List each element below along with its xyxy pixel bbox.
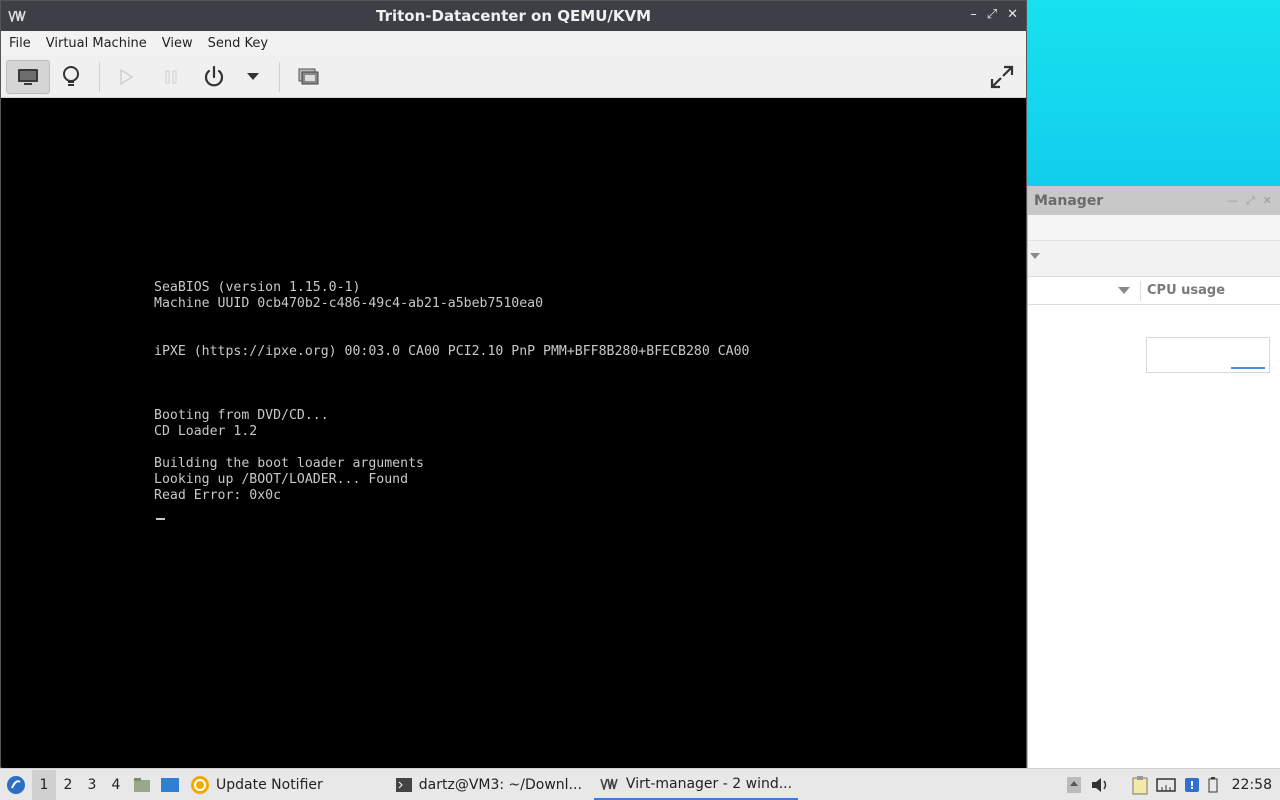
- console-line: Machine UUID 0cb470b2-c486-49c4-ab21-a5b…: [154, 296, 544, 311]
- power-icon: [204, 65, 224, 87]
- notification-icon[interactable]: [1184, 777, 1200, 793]
- vm-titlebar[interactable]: Triton-Datacenter on QEMU/KVM – ⤢ ✕: [1, 1, 1026, 31]
- menu-file[interactable]: File: [9, 36, 31, 51]
- fullscreen-button[interactable]: [984, 60, 1020, 94]
- manager-titlebar[interactable]: Manager — ⤢ ✕: [1028, 186, 1280, 215]
- virt-manager-app-icon: [8, 10, 26, 24]
- vm-console-window[interactable]: Triton-Datacenter on QEMU/KVM – ⤢ ✕ File…: [0, 0, 1027, 768]
- manager-menubar: [1028, 215, 1280, 241]
- menu-virtual-machine[interactable]: Virtual Machine: [46, 36, 147, 51]
- network-icon[interactable]: [1155, 776, 1176, 794]
- task-terminal[interactable]: dartz@VM3: ~/Downl...: [389, 770, 588, 800]
- show-console-button[interactable]: [6, 60, 50, 94]
- close-icon[interactable]: ✕: [1263, 194, 1272, 208]
- vm-console-display[interactable]: SeaBIOS (version 1.15.0-1) Machine UUID …: [2, 98, 1026, 768]
- virt-manager-window[interactable]: Manager — ⤢ ✕ CPU usage: [1027, 186, 1280, 768]
- console-line: Building the boot loader arguments: [154, 456, 424, 471]
- console-line: Booting from DVD/CD...: [154, 408, 329, 423]
- snapshots-button[interactable]: [292, 60, 324, 94]
- pause-icon: [165, 70, 177, 84]
- clock[interactable]: 22:58: [1232, 777, 1272, 793]
- taskbar: 1 2 3 4 Update Notifier dartz@VM3: ~/Dow…: [0, 768, 1280, 800]
- folder-icon: [134, 777, 150, 792]
- toolbar-separator: [99, 62, 100, 92]
- dropdown-arrow-icon[interactable]: [1030, 253, 1040, 259]
- file-manager-launcher[interactable]: [128, 770, 156, 800]
- snapshot-icon: [298, 68, 319, 85]
- task-update-notifier[interactable]: Update Notifier: [184, 770, 329, 800]
- cpu-usage-graph: [1146, 337, 1270, 373]
- terminal-icon: [395, 777, 412, 792]
- show-details-button[interactable]: [56, 60, 86, 94]
- cpu-usage-column-header[interactable]: CPU usage: [1147, 283, 1225, 298]
- shutdown-menu-button[interactable]: [241, 60, 265, 94]
- minimize-icon[interactable]: –: [970, 7, 977, 22]
- console-output: SeaBIOS (version 1.15.0-1) Machine UUID …: [154, 280, 749, 504]
- column-separator: [1140, 280, 1141, 301]
- workspace-1[interactable]: 1: [32, 769, 56, 800]
- play-icon: [120, 68, 134, 86]
- update-notifier-icon: [191, 775, 209, 794]
- task-label: dartz@VM3: ~/Downl...: [418, 776, 582, 793]
- vm-menubar: File Virtual Machine View Send Key: [1, 31, 1026, 56]
- sort-arrow-icon[interactable]: [1118, 287, 1130, 294]
- system-tray: 22:58: [1066, 775, 1280, 795]
- volume-icon[interactable]: [1090, 776, 1110, 794]
- desktop-icon: [161, 777, 179, 792]
- console-line: SeaBIOS (version 1.15.0-1): [154, 280, 361, 295]
- minimize-icon[interactable]: —: [1227, 194, 1238, 208]
- workspace-2[interactable]: 2: [56, 770, 80, 800]
- start-menu-button[interactable]: [0, 770, 32, 800]
- menu-send-key[interactable]: Send Key: [208, 36, 268, 51]
- task-label: Virt-manager - 2 wind...: [625, 775, 793, 792]
- console-line: CD Loader 1.2: [154, 424, 258, 439]
- manager-toolbar: [1028, 241, 1280, 277]
- task-virt-manager[interactable]: Virt-manager - 2 wind...: [593, 770, 799, 800]
- shutdown-button[interactable]: [198, 60, 230, 94]
- maximize-icon[interactable]: ⤢: [987, 7, 997, 22]
- cpu-usage-line: [1231, 367, 1265, 369]
- console-line: Looking up /BOOT/LOADER... Found: [154, 472, 409, 487]
- vm-list-header: CPU usage: [1028, 277, 1280, 305]
- pause-button[interactable]: [156, 60, 186, 94]
- manager-title: Manager: [1034, 192, 1104, 209]
- battery-icon[interactable]: [1208, 776, 1218, 793]
- show-desktop-launcher[interactable]: [156, 770, 184, 800]
- close-icon[interactable]: ✕: [1007, 7, 1018, 22]
- clipboard-icon[interactable]: [1132, 775, 1148, 795]
- menu-view[interactable]: View: [162, 36, 193, 51]
- task-label: Update Notifier: [216, 776, 323, 793]
- fullscreen-icon: [990, 65, 1014, 89]
- console-line: Read Error: 0x0c: [154, 488, 282, 503]
- toolbar-separator: [279, 62, 280, 92]
- workspace-3[interactable]: 3: [80, 770, 104, 800]
- app-menu-icon: [7, 775, 25, 794]
- virt-manager-icon: [600, 778, 618, 790]
- vm-window-title: Triton-Datacenter on QEMU/KVM: [375, 7, 652, 25]
- text-cursor: [156, 518, 165, 520]
- run-button[interactable]: [111, 60, 141, 94]
- vm-toolbar: [1, 56, 1026, 98]
- lightbulb-icon: [63, 66, 79, 86]
- workspace-4[interactable]: 4: [104, 770, 128, 800]
- console-line: iPXE (https://ipxe.org) 00:03.0 CA00 PCI…: [154, 344, 750, 359]
- chevron-down-icon: [247, 73, 259, 80]
- maximize-icon[interactable]: ⤢: [1246, 194, 1255, 208]
- eject-icon[interactable]: [1066, 776, 1082, 794]
- monitor-icon: [18, 69, 38, 85]
